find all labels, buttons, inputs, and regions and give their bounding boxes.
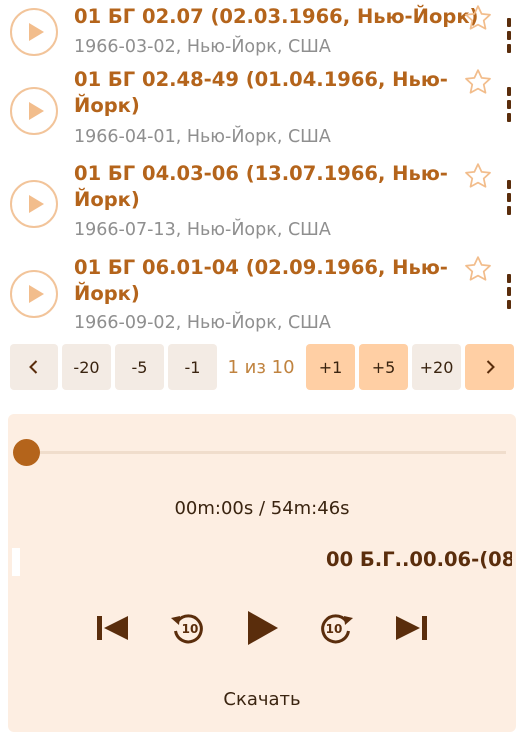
more-menu-icon[interactable] [504,274,514,312]
track-title[interactable]: 01 БГ 02.07 (02.03.1966, Нью-Йорк) [74,4,478,30]
track-subtitle: 1966-04-01, Нью-Йорк, США [74,127,331,147]
more-menu-icon[interactable] [504,180,514,218]
play-track-button[interactable] [10,180,58,228]
play-icon [29,195,44,213]
seek-bar-track[interactable] [26,451,506,454]
track-subtitle: 1966-07-13, Нью-Йорк, США [74,220,331,240]
rewind-10-button[interactable]: 10 [166,606,210,650]
play-icon [29,285,44,303]
skip-next-icon[interactable] [388,606,432,650]
play-track-button[interactable] [10,87,58,135]
page-indicator: 1 из 10 [227,356,295,378]
track-row[interactable]: 01 БГ 02.07 (02.03.1966, Нью-Йорк) 1966-… [0,0,525,62]
seek-bar-thumb[interactable] [13,439,40,466]
page-forward-1-button[interactable]: +1 [306,344,355,390]
play-icon[interactable] [240,606,284,650]
playback-time: 00m:00s / 54m:46s [174,498,350,519]
more-menu-icon[interactable] [504,18,514,56]
forward-10-button[interactable]: 10 [314,606,358,650]
track-row[interactable]: 01 БГ 06.01-04 (02.09.1966, Нью-Йорк) 19… [0,250,525,338]
play-track-button[interactable] [10,8,58,56]
play-icon [29,102,44,120]
more-menu-icon[interactable] [504,87,514,125]
skip-previous-icon[interactable] [92,606,136,650]
page-forward-5-button[interactable]: +5 [359,344,408,390]
pagination: -20 -5 -1 1 из 10 +1 +5 +20 [0,343,525,391]
page-back-20-button[interactable]: -20 [62,344,111,390]
page-forward-20-button[interactable]: +20 [412,344,461,390]
play-icon [29,23,44,41]
star-icon[interactable] [463,3,493,33]
star-icon[interactable] [463,254,493,284]
rewind-seconds-label: 10 [182,622,199,636]
forward-seconds-label: 10 [326,622,343,636]
prev-page-button[interactable] [10,344,58,390]
track-row[interactable]: 01 БГ 04.03-06 (13.07.1966, Нью-Йорк) 19… [0,156,525,250]
forward-icon: 10 [321,614,353,644]
page-back-1-button[interactable]: -1 [168,344,217,390]
chevron-right-icon [486,360,495,374]
download-button[interactable]: Скачать [8,689,516,710]
next-page-button[interactable] [465,344,514,390]
track-subtitle: 1966-09-02, Нью-Йорк, США [74,313,331,333]
audio-player: 00m:00s / 54m:46s 00 Б.Г..00.06-(08 10 1… [8,414,516,732]
rewind-icon: 10 [171,614,203,644]
page-back-5-button[interactable]: -5 [115,344,164,390]
track-title[interactable]: 01 БГ 06.01-04 (02.09.1966, Нью-Йорк) [74,255,454,307]
track-title[interactable]: 01 БГ 04.03-06 (13.07.1966, Нью-Йорк) [74,161,454,213]
star-icon[interactable] [463,67,493,97]
track-title[interactable]: 01 БГ 02.48-49 (01.04.1966, Нью-Йорк) [74,67,454,119]
play-track-button[interactable] [10,270,58,318]
marquee-edge [12,548,20,576]
track-row[interactable]: 01 БГ 02.48-49 (01.04.1966, Нью-Йорк) 19… [0,62,525,156]
star-icon[interactable] [463,161,493,191]
track-subtitle: 1966-03-02, Нью-Йорк, США [74,37,331,57]
now-playing-title: 00 Б.Г..00.06-(08 [326,548,512,571]
chevron-left-icon [29,360,38,374]
